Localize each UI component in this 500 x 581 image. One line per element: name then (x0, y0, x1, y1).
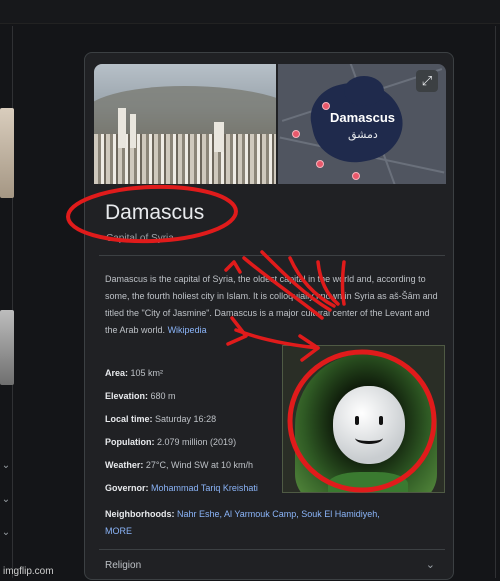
map-pin-icon (292, 130, 300, 138)
avatar-overlay-image (282, 345, 445, 493)
fact-neighborhoods: Neighborhoods: Nahr Eshe, Al Yarmouk Cam… (105, 509, 380, 536)
panel-subtitle: Capital of Syria (106, 233, 174, 244)
map-pin-icon (322, 102, 330, 110)
city-map[interactable]: Damascus دمشق ⤢ (278, 64, 446, 184)
description-text: Damascus is the capital of Syria, the ol… (105, 274, 438, 335)
watermark: imgflip.com (3, 566, 54, 577)
governor-link[interactable]: Mohammad Tariq Kreishati (151, 483, 258, 493)
knowledge-panel: Damascus دمشق ⤢ Damascus Capital of Syri… (84, 52, 454, 580)
religion-section[interactable]: Religion (105, 560, 141, 571)
city-photo[interactable] (94, 64, 276, 184)
panel-title: Damascus (105, 201, 205, 224)
map-city-label: Damascus (330, 110, 396, 125)
neighborhoods-link[interactable]: Nahr Eshe, Al Yarmouk Camp, Souk El Hami… (177, 509, 380, 519)
wikipedia-link[interactable]: Wikipedia (168, 325, 207, 335)
chevron-down-icon[interactable]: ⌄ (0, 527, 12, 538)
smiley-mask-face (333, 386, 405, 464)
map-pin-icon (316, 160, 324, 168)
chevron-down-icon[interactable]: ⌄ (0, 460, 12, 471)
description: Damascus is the capital of Syria, the ol… (105, 271, 441, 339)
chevron-down-icon[interactable]: ⌄ (426, 558, 435, 571)
expand-icon[interactable]: ⤢ (416, 70, 438, 92)
page: ⌄ ⌄ ⌄ Damascus دمشق ⤢ Damascus Capital o… (0, 0, 500, 581)
map-pin-icon (352, 172, 360, 180)
divider (99, 549, 445, 550)
divider (99, 255, 445, 256)
browser-top-strip (0, 0, 500, 24)
chevron-down-icon[interactable]: ⌄ (0, 494, 12, 505)
more-link[interactable]: MORE (105, 526, 132, 536)
left-result-thumbnail[interactable] (0, 310, 14, 385)
left-result-thumbnail[interactable] (0, 108, 14, 198)
map-city-label-arabic: دمشق (348, 128, 378, 141)
